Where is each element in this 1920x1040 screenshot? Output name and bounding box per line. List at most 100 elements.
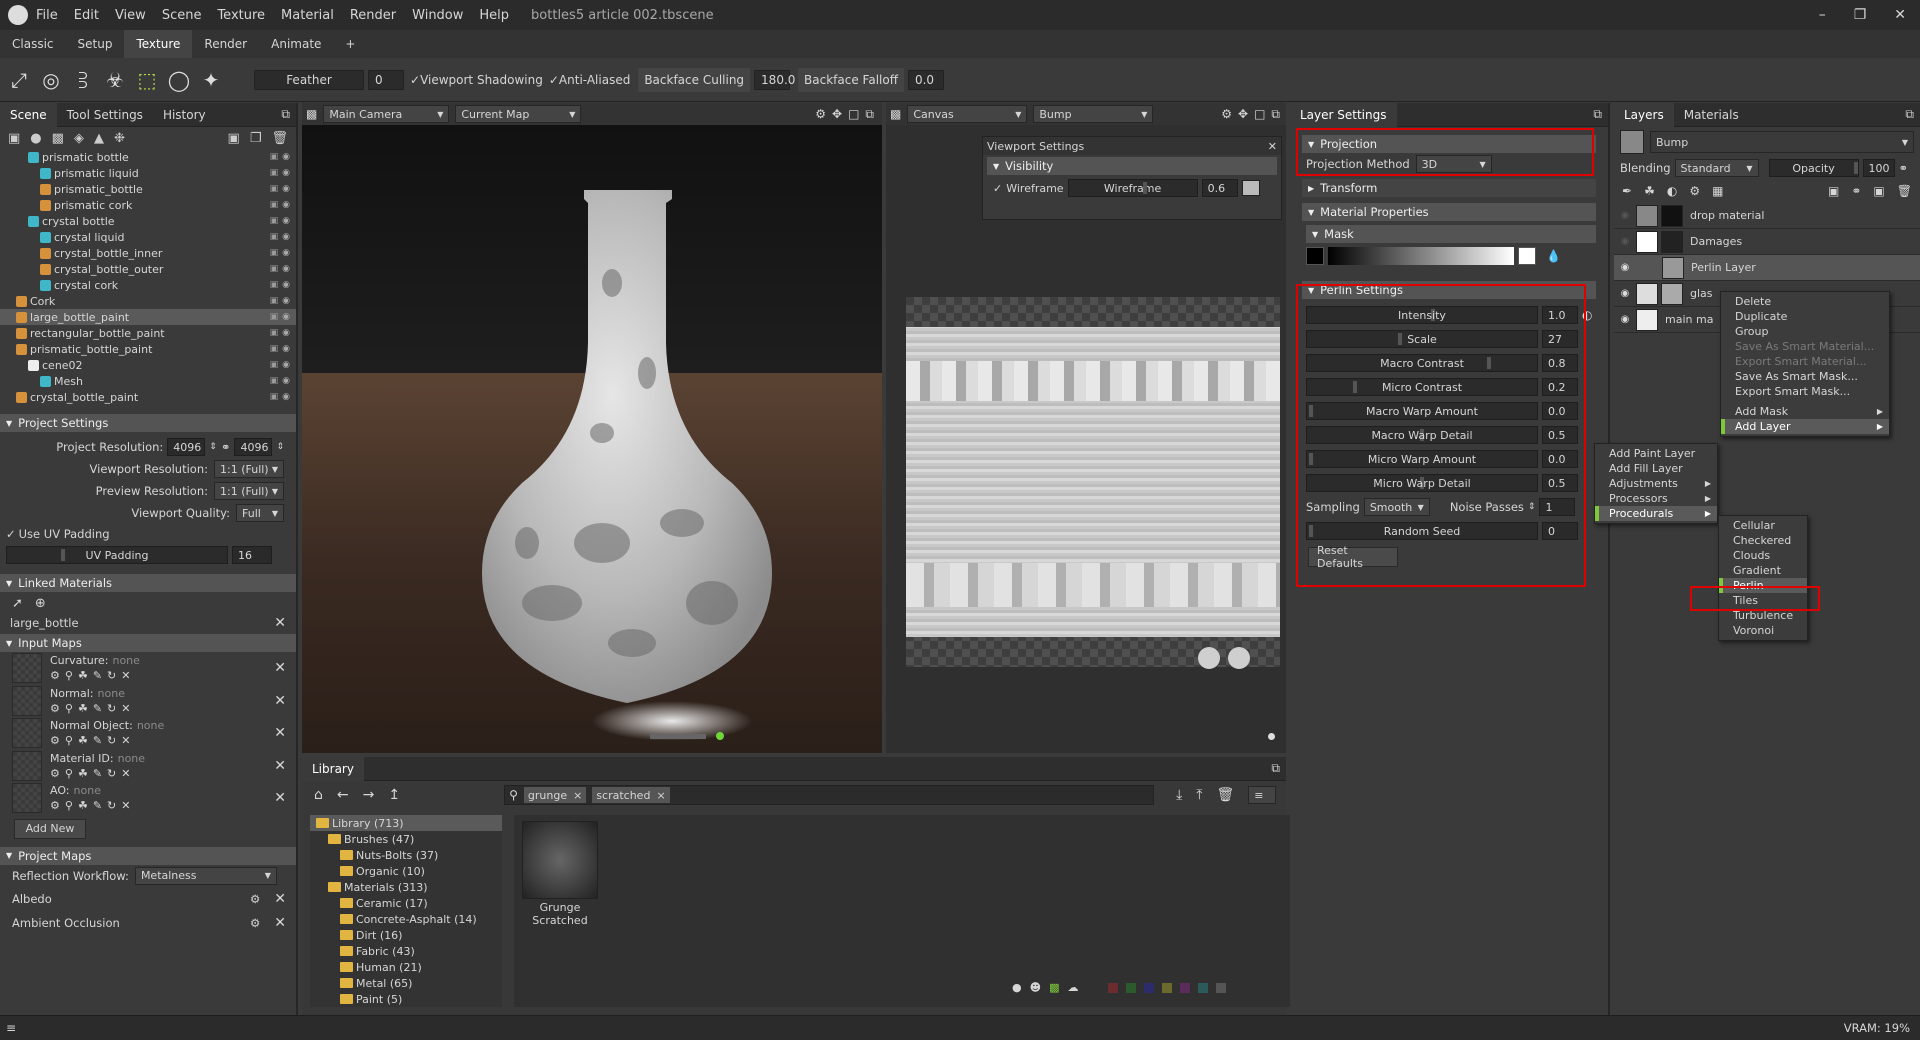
- remove-tag-icon[interactable]: ×: [656, 789, 665, 802]
- menu-item-voronoi[interactable]: Voronoi: [1719, 623, 1807, 638]
- menu-item-gradient[interactable]: Gradient: [1719, 563, 1807, 578]
- linked-material-item[interactable]: large_bottle ✕: [0, 614, 296, 632]
- purple-swatch[interactable]: [1180, 982, 1191, 993]
- canvas-icon[interactable]: ▩: [890, 107, 901, 121]
- tab-tool-settings[interactable]: Tool Settings: [57, 103, 153, 127]
- search-icon[interactable]: ⚲: [65, 669, 73, 682]
- menu-item-duplicate[interactable]: Duplicate: [1721, 309, 1889, 324]
- lock-icon[interactable]: ▣: [270, 296, 279, 306]
- camera-icon[interactable]: ▩: [52, 131, 64, 146]
- eye-icon[interactable]: ◉: [282, 264, 290, 274]
- feather-input[interactable]: 0: [368, 69, 404, 90]
- menu-item-checkered[interactable]: Checkered: [1719, 533, 1807, 548]
- edit-icon[interactable]: ✎: [93, 702, 102, 715]
- scene-tree-item[interactable]: Mesh ▣ ◉: [0, 373, 296, 389]
- remove-tag-icon[interactable]: ×: [573, 789, 582, 802]
- bake-icon[interactable]: ☘: [78, 669, 88, 682]
- channel-dropdown[interactable]: Bump ▼: [1650, 131, 1914, 153]
- menu-edit[interactable]: Edit: [74, 8, 99, 23]
- tab-render[interactable]: Render: [192, 30, 259, 58]
- gear-icon[interactable]: ⚙: [50, 702, 60, 715]
- menu-view[interactable]: View: [115, 8, 146, 23]
- lock-icon[interactable]: ▣: [270, 264, 279, 274]
- eye-icon[interactable]: ◉: [1614, 210, 1636, 221]
- tab-texture[interactable]: Texture: [124, 30, 193, 58]
- backface-culling-input[interactable]: 180.0: [754, 69, 795, 90]
- clear-icon[interactable]: ✕: [121, 767, 130, 780]
- pick-material-icon[interactable]: ➚: [12, 596, 23, 611]
- library-folder[interactable]: Nuts-Bolts (37): [310, 847, 502, 863]
- wireframe-checkbox[interactable]: ✓: [993, 182, 1002, 195]
- scene-tree-item[interactable]: prismatic cork ▣ ◉: [0, 197, 296, 213]
- import-icon[interactable]: ⤓: [1176, 787, 1182, 803]
- scene-tree-item[interactable]: rectangular_bottle_paint ▣ ◉: [0, 325, 296, 341]
- clear-icon[interactable]: ✕: [121, 734, 130, 747]
- menu-help[interactable]: Help: [479, 8, 509, 23]
- wireframe-slider[interactable]: Wireframe: [1067, 179, 1198, 197]
- visibility-header[interactable]: ▼ Visibility: [987, 157, 1277, 175]
- menu-item-save-as-smart-mask[interactable]: Save As Smart Mask...: [1721, 369, 1889, 384]
- forward-icon[interactable]: →: [363, 787, 375, 803]
- eye-icon[interactable]: ◉: [1614, 262, 1636, 273]
- library-search[interactable]: ⚲ grunge × scratched ×: [504, 785, 1155, 805]
- library-folder[interactable]: Brushes (47): [310, 831, 502, 847]
- mesh-select-icon[interactable]: ☣: [100, 65, 130, 95]
- lock-icon[interactable]: ▣: [270, 344, 279, 354]
- mask-icon[interactable]: ▣: [1828, 184, 1839, 198]
- sphere-filter-icon[interactable]: ●: [1012, 981, 1022, 994]
- scene-tree-item[interactable]: prismatic_bottle_paint ▣ ◉: [0, 341, 296, 357]
- eye-icon[interactable]: ◉: [282, 296, 290, 306]
- menu-file[interactable]: File: [36, 8, 58, 23]
- bake-icon[interactable]: ☘: [78, 734, 88, 747]
- expand-icon[interactable]: ⧉: [1271, 761, 1280, 776]
- library-item-thumbnail[interactable]: [522, 821, 598, 899]
- viewport-3d[interactable]: ▩ Main Camera ▼ Current Map ▼ ⚙ ✥ □ ⧉: [302, 103, 882, 753]
- clear-icon[interactable]: ✕: [121, 669, 130, 682]
- library-folder[interactable]: Metal (65): [310, 975, 502, 991]
- edit-icon[interactable]: ✎: [93, 767, 102, 780]
- close-icon[interactable]: ✕: [274, 615, 286, 631]
- library-folder[interactable]: Dirt (16): [310, 927, 502, 943]
- folder-icon[interactable]: ▣: [1873, 184, 1884, 198]
- lock-icon[interactable]: ▣: [270, 280, 279, 290]
- material-icon[interactable]: ❉: [114, 131, 125, 146]
- menu-item-adjustments[interactable]: Adjustments ▶: [1595, 476, 1717, 491]
- edit-icon[interactable]: ✎: [93, 799, 102, 812]
- eye-icon[interactable]: ◉: [282, 280, 290, 290]
- folder-icon[interactable]: ▣: [228, 131, 240, 146]
- move-icon[interactable]: ✥: [1238, 107, 1248, 121]
- menu-item-add-fill-layer[interactable]: Add Fill Layer: [1595, 461, 1717, 476]
- reflection-workflow-dropdown[interactable]: Metalness ▼: [134, 866, 277, 885]
- viewport-resolution-dropdown[interactable]: 1:1 (Full) ▼: [214, 460, 284, 478]
- close-icon[interactable]: ✕: [274, 725, 286, 741]
- lock-icon[interactable]: ▣: [270, 232, 279, 242]
- eye-icon[interactable]: ◉: [1614, 288, 1636, 299]
- eye-icon[interactable]: ◉: [282, 312, 290, 322]
- light-icon[interactable]: ●: [30, 131, 41, 146]
- menu-item-delete[interactable]: Delete: [1721, 294, 1889, 309]
- export-icon[interactable]: ⤒: [1196, 787, 1202, 803]
- transform-header[interactable]: ▶ Transform: [1302, 179, 1596, 197]
- back-icon[interactable]: ←: [337, 787, 349, 803]
- preview-resolution-dropdown[interactable]: 1:1 (Full) ▼: [214, 482, 284, 500]
- search-icon[interactable]: ⚲: [65, 799, 73, 812]
- scene-tree-item[interactable]: crystal_bottle_outer ▣ ◉: [0, 261, 296, 277]
- scene-tree-item[interactable]: crystal cork ▣ ◉: [0, 277, 296, 293]
- close-icon[interactable]: ✕: [274, 891, 286, 907]
- link-icon[interactable]: ⚭: [221, 440, 231, 454]
- lock-icon[interactable]: ▣: [270, 376, 279, 386]
- tab-add[interactable]: +: [333, 30, 367, 58]
- refresh-icon[interactable]: ↻: [107, 799, 116, 812]
- uv-padding-slider[interactable]: UV Padding: [6, 546, 228, 564]
- menu-texture[interactable]: Texture: [217, 8, 265, 23]
- add-new-button[interactable]: Add New: [14, 818, 86, 839]
- eye-icon[interactable]: ◉: [282, 168, 290, 178]
- scene-tree-item[interactable]: large_bottle_paint ▣ ◉: [0, 309, 296, 325]
- magic-wand-icon[interactable]: ✦: [196, 65, 226, 95]
- blending-dropdown[interactable]: Standard ▼: [1674, 159, 1759, 177]
- map-thumbnail[interactable]: [12, 685, 42, 716]
- minimize-icon[interactable]: –: [1819, 7, 1826, 23]
- cyan-swatch[interactable]: [1198, 982, 1209, 993]
- checker-icon[interactable]: ▦: [1712, 184, 1723, 198]
- mask-gradient[interactable]: [1328, 247, 1514, 265]
